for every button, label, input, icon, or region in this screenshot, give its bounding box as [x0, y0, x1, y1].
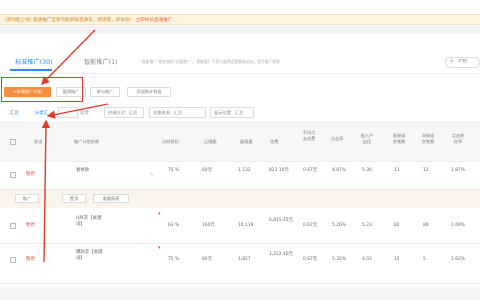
ctr-value: 5.32% — [332, 257, 346, 262]
indirect-orders-value: 5 — [423, 257, 426, 262]
add-to-group-button[interactable]: 添加到计划组 — [127, 87, 171, 97]
bottom-bar — [0, 288, 480, 300]
indirect-orders-value: 89 — [423, 223, 429, 228]
notice-text: [新功能上线] 直通推广全新功能新鲜直通车，新场景，新体验！ — [5, 18, 135, 23]
column-avg-cpc[interactable]: 平均点击花费 — [301, 130, 317, 142]
tabs-row — [0, 34, 480, 74]
cpc-value: 0.67元 — [303, 257, 318, 262]
status-badge: 暂停 — [26, 223, 35, 228]
ctr-value: 5.26% — [332, 223, 346, 228]
column-impressions[interactable]: 展现量 — [240, 139, 253, 145]
cpc-value: 0.67元 — [303, 168, 318, 173]
filter-select-1[interactable] — [58, 107, 78, 118]
filter-label[interactable]: 新建 — [80, 110, 89, 116]
search-input[interactable] — [458, 59, 480, 64]
cost-value: 821.10元 — [269, 168, 289, 173]
new-plan-button[interactable]: +新建推广计划 — [4, 87, 51, 97]
impressions-value: 10,119 — [238, 223, 254, 228]
budget-value: 80元 — [202, 257, 212, 262]
edit-icon[interactable]: ✎ — [150, 172, 153, 178]
column-plan-name: 推广计划名称 — [74, 139, 100, 144]
row-checkbox[interactable] — [10, 172, 16, 178]
cpc-value: 0.67元 — [303, 223, 318, 228]
participate-button[interactable]: 参与推广 — [90, 87, 120, 97]
pin-button[interactable]: 置顶 — [62, 194, 86, 203]
plan-name[interactable]: 春季款 — [76, 168, 89, 174]
direct-orders-value: 82 — [394, 223, 400, 228]
roi-value: 5.23 — [362, 223, 372, 228]
cvr-value: 1.62% — [451, 257, 465, 262]
active-tab-indicator — [10, 69, 52, 71]
search-icon: ⚲ — [450, 59, 454, 65]
table-row: 暂停 春季款 ✎ 75 % 60元 1,132 821.10元 0.67元 4.… — [0, 162, 480, 190]
cvr-value: 1.69% — [451, 223, 465, 228]
cvr-value: 1.87% — [451, 168, 465, 173]
impressions-value: 1,132 — [238, 168, 251, 173]
budget-value: 60元 — [202, 168, 212, 173]
view-report-button[interactable]: 查看报表 — [93, 194, 129, 203]
column-roi[interactable]: 投入产出比 — [360, 133, 374, 145]
column-direct-orders[interactable]: 直接成交笔数 — [392, 133, 406, 145]
ctr-value: 4.87% — [332, 168, 346, 173]
column-cost[interactable]: 花费 — [270, 139, 278, 145]
direct-orders-value: 11 — [394, 168, 400, 173]
column-cvr[interactable]: 点击转化率 — [451, 133, 465, 145]
tab-description: "智能推广"即在我的"托管推广"。智能推广下您可选择设置最高出价，提升推广效率 — [140, 59, 280, 64]
top-bar — [0, 0, 480, 14]
search-box[interactable]: ⚲ — [445, 57, 480, 68]
discount-value: 75 % — [168, 168, 180, 173]
column-ctr[interactable]: 点击率 — [330, 136, 344, 142]
column-time-discount[interactable]: 分时折扣 — [162, 139, 179, 145]
status-badge: 暂停 — [26, 172, 35, 177]
roi-value: 5.36 — [362, 168, 372, 173]
summary-link[interactable]: 汇总 — [10, 110, 19, 116]
indirect-orders-value: 12 — [423, 168, 429, 173]
pause-button[interactable]: 暂停推广 — [56, 87, 86, 97]
plan-name[interactable]: H风衣【关键词】 — [76, 216, 104, 228]
promote-button[interactable]: 推广 — [15, 194, 39, 203]
hot-icon: ▾ — [158, 245, 161, 251]
row-checkbox[interactable] — [10, 257, 16, 263]
display-position-select[interactable]: 展示位置：汇总 — [210, 107, 254, 118]
discount-value: 63 % — [168, 223, 180, 228]
column-status[interactable]: 状态 — [34, 139, 42, 145]
terminal-select[interactable]: 终端方式：汇总 — [104, 107, 144, 118]
direct-orders-value: 15 — [394, 257, 400, 262]
table-header: 状态 推广计划名称 分时折扣 日限额 展现量 花费 平均点击花费 点击率 投入产… — [0, 122, 480, 162]
traffic-source-select[interactable]: 流量来源：汇总 — [149, 107, 206, 118]
roi-value: 4.02 — [362, 257, 372, 262]
discount-value: 75 % — [168, 257, 180, 262]
column-daily-budget[interactable]: 日限额 — [204, 139, 217, 145]
cost-value: 1,222.40元 — [269, 252, 293, 257]
impressions-value: 1,827 — [238, 257, 251, 262]
plan-name[interactable]: 爆款衣【关键词】 — [76, 250, 104, 262]
table-row: 暂停 爆款衣【关键词】 ▾ 75 % 80元 1,827 1,222.40元 0… — [0, 244, 480, 284]
notice-link[interactable]: 立即体验直通推广 — [136, 18, 173, 23]
notice-banner: [新功能上线] 直通推广全新功能新鲜直通车，新场景，新体验！ 立即体验直通推广 — [0, 14, 480, 25]
budget-value: 160元 — [202, 223, 215, 228]
row-checkbox[interactable] — [10, 223, 16, 229]
column-indirect-orders[interactable]: 间接成交笔数 — [421, 133, 435, 145]
cost-value: 6,815.45元 — [269, 218, 293, 223]
select-all-checkbox[interactable] — [10, 139, 16, 145]
tab-standard-promotion[interactable]: 标准推广(30) — [15, 57, 52, 66]
section-divider — [0, 26, 480, 34]
table-row: 暂停 H风衣【关键词】 ▾ 63 % 160元 10,119 6,815.45元… — [0, 208, 480, 244]
status-badge: 暂停 — [26, 257, 35, 262]
split-link[interactable]: 分类汇 — [35, 110, 48, 116]
tab-smart-promotion[interactable]: 智能推广(1) — [84, 57, 118, 66]
hot-icon: ▾ — [158, 211, 161, 217]
